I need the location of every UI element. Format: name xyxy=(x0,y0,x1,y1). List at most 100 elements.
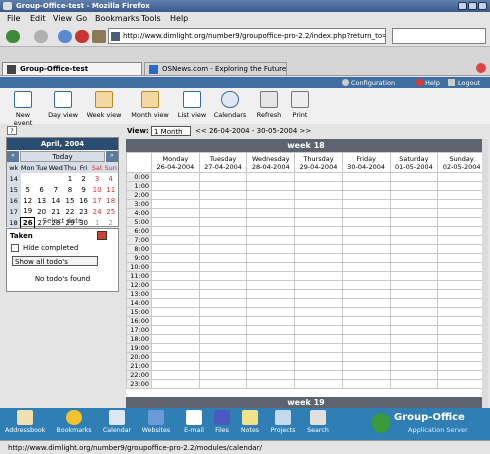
time-slot[interactable] xyxy=(246,298,296,308)
time-slot[interactable] xyxy=(246,190,296,200)
time-slot[interactable] xyxy=(341,325,391,335)
time-slot[interactable] xyxy=(151,181,200,191)
time-slot[interactable] xyxy=(437,208,486,218)
maximize-button[interactable] xyxy=(468,2,477,10)
day-header[interactable]: Sunday 02-05-2004 xyxy=(437,152,486,173)
time-slot[interactable] xyxy=(341,379,391,389)
minical-day[interactable]: 1 xyxy=(63,173,77,184)
time-slot[interactable] xyxy=(151,307,200,317)
menu-help[interactable]: Help xyxy=(170,14,188,23)
time-slot[interactable] xyxy=(341,244,391,254)
new-event-button[interactable]: New event xyxy=(6,91,40,127)
bookmarks-module[interactable]: Bookmarks xyxy=(55,410,93,434)
menu-go[interactable]: Go xyxy=(76,14,87,23)
time-slot[interactable] xyxy=(246,181,296,191)
websites-module[interactable]: Websites xyxy=(139,410,173,434)
time-slot[interactable] xyxy=(341,262,391,272)
time-slot[interactable] xyxy=(294,352,343,362)
time-slot[interactable] xyxy=(294,307,343,317)
minical-day[interactable]: 19 xyxy=(21,206,35,217)
time-slot[interactable] xyxy=(151,298,200,308)
time-slot[interactable] xyxy=(246,208,296,218)
time-slot[interactable] xyxy=(246,271,296,281)
next-month-button[interactable]: » xyxy=(106,151,118,162)
time-slot[interactable] xyxy=(389,370,439,380)
time-slot[interactable] xyxy=(294,217,343,227)
time-slot[interactable] xyxy=(341,334,391,344)
time-slot[interactable] xyxy=(294,199,343,209)
calendars-button[interactable]: Calendars xyxy=(212,91,248,119)
time-slot[interactable] xyxy=(294,244,343,254)
minical-day[interactable]: 18 xyxy=(104,195,118,206)
time-slot[interactable] xyxy=(198,235,248,245)
time-slot[interactable] xyxy=(437,325,486,335)
time-slot[interactable] xyxy=(341,217,391,227)
time-slot[interactable] xyxy=(246,280,296,290)
minical-day[interactable]: 13 xyxy=(35,195,49,206)
time-slot[interactable] xyxy=(437,244,486,254)
time-slot[interactable] xyxy=(151,325,200,335)
minical-day[interactable]: 2 xyxy=(77,173,91,184)
time-slot[interactable] xyxy=(437,190,486,200)
time-slot[interactable] xyxy=(341,199,391,209)
time-slot[interactable] xyxy=(294,298,343,308)
time-slot[interactable] xyxy=(294,316,343,326)
time-slot[interactable] xyxy=(198,208,248,218)
day-view-button[interactable]: Day view xyxy=(48,91,78,119)
time-slot[interactable] xyxy=(151,334,200,344)
time-slot[interactable] xyxy=(389,190,439,200)
time-slot[interactable] xyxy=(341,316,391,326)
notes-module[interactable]: Notes xyxy=(238,410,262,434)
month-view-button[interactable]: Month view xyxy=(130,91,170,119)
minical-day[interactable]: 10 xyxy=(90,184,104,195)
search-module[interactable]: Search xyxy=(304,410,332,434)
address-bar[interactable]: http://www.dimlight.org/number9/groupoff… xyxy=(108,28,386,44)
menu-edit[interactable]: Edit xyxy=(30,14,46,23)
today-button[interactable]: Today xyxy=(20,151,105,162)
time-slot[interactable] xyxy=(246,343,296,353)
time-slot[interactable] xyxy=(151,217,200,227)
time-slot[interactable] xyxy=(198,343,248,353)
time-slot[interactable] xyxy=(389,181,439,191)
time-slot[interactable] xyxy=(198,253,248,263)
time-slot[interactable] xyxy=(246,370,296,380)
select-date-link[interactable]: Select date xyxy=(7,217,118,225)
minical-day[interactable]: 25 xyxy=(104,206,118,217)
time-slot[interactable] xyxy=(389,298,439,308)
list-view-button[interactable]: List view xyxy=(176,91,208,119)
time-slot[interactable] xyxy=(151,271,200,281)
time-slot[interactable] xyxy=(341,253,391,263)
time-slot[interactable] xyxy=(198,217,248,227)
minical-day[interactable]: 7 xyxy=(48,184,63,195)
time-slot[interactable] xyxy=(341,343,391,353)
time-slot[interactable] xyxy=(246,352,296,362)
time-slot[interactable] xyxy=(389,253,439,263)
date-range-nav[interactable]: << 26-04-2004 - 30-05-2004 >> xyxy=(195,127,311,135)
time-slot[interactable] xyxy=(198,370,248,380)
time-slot[interactable] xyxy=(294,208,343,218)
menu-file[interactable]: File xyxy=(7,14,20,23)
time-slot[interactable] xyxy=(151,361,200,371)
minical-day[interactable]: 20 xyxy=(35,206,49,217)
time-slot[interactable] xyxy=(151,253,200,263)
week-number[interactable]: 17 xyxy=(7,206,21,217)
time-slot[interactable] xyxy=(294,361,343,371)
minical-day[interactable]: 22 xyxy=(63,206,77,217)
minical-day[interactable]: 17 xyxy=(90,195,104,206)
time-slot[interactable] xyxy=(437,370,486,380)
week-view-button[interactable]: Week view xyxy=(86,91,122,119)
minical-day[interactable]: 15 xyxy=(63,195,77,206)
minical-day[interactable]: 16 xyxy=(77,195,91,206)
minical-day[interactable]: 8 xyxy=(63,184,77,195)
close-window-button[interactable] xyxy=(478,2,487,10)
day-header[interactable]: Wednesday 28-04-2004 xyxy=(246,152,296,173)
time-slot[interactable] xyxy=(437,361,486,371)
prev-month-button[interactable]: « xyxy=(7,151,19,162)
minical-day[interactable]: 4 xyxy=(104,173,118,184)
minical-day[interactable]: 23 xyxy=(77,206,91,217)
time-slot[interactable] xyxy=(198,199,248,209)
print-button[interactable]: Print xyxy=(288,91,312,119)
time-slot[interactable] xyxy=(437,379,486,389)
time-slot[interactable] xyxy=(246,199,296,209)
time-slot[interactable] xyxy=(198,172,248,182)
